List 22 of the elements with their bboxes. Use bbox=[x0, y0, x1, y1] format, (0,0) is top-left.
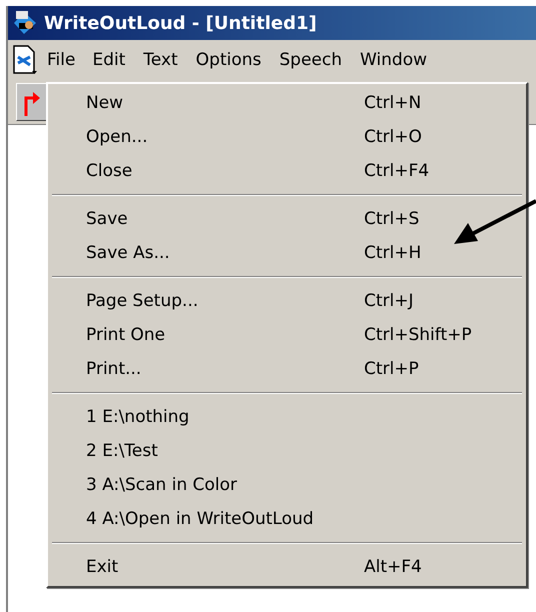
menu-item[interactable]: Speech bbox=[271, 45, 350, 75]
menu-entry[interactable]: Print One Ctrl+Shift+P bbox=[48, 318, 526, 352]
menu-item[interactable]: Options bbox=[188, 45, 270, 75]
menu-entry[interactable]: Open... Ctrl+O bbox=[48, 120, 526, 154]
menu-entry[interactable]: Close Ctrl+F4 bbox=[48, 154, 526, 188]
document-icon bbox=[12, 45, 38, 75]
menu-entry[interactable]: 2 E:\Test bbox=[48, 434, 526, 468]
menu-entry[interactable]: Save As... Ctrl+H bbox=[48, 236, 526, 270]
menu-entry[interactable]: Exit Alt+F4 bbox=[48, 550, 526, 584]
menu-entry[interactable]: 3 A:\Scan in Color bbox=[48, 468, 526, 502]
window-title: WriteOutLoud - [Untitled1] bbox=[44, 12, 317, 34]
menu-entry[interactable]: Print... Ctrl+P bbox=[48, 352, 526, 386]
menu-entry[interactable]: New Ctrl+N bbox=[48, 86, 526, 120]
menu-entry[interactable]: Page Setup... Ctrl+J bbox=[48, 284, 526, 318]
menu-entry[interactable]: 1 E:\nothing bbox=[48, 400, 526, 434]
menu-item[interactable]: File bbox=[40, 46, 82, 74]
menu-item[interactable]: Edit bbox=[84, 45, 134, 75]
menu-item[interactable]: Window bbox=[352, 45, 436, 75]
menu-entry[interactable]: 4 A:\Open in WriteOutLoud bbox=[48, 502, 526, 536]
toolbar-button[interactable] bbox=[16, 83, 48, 121]
menu-entry[interactable]: Save Ctrl+S bbox=[48, 202, 526, 236]
menu-item[interactable]: Text bbox=[135, 45, 186, 75]
